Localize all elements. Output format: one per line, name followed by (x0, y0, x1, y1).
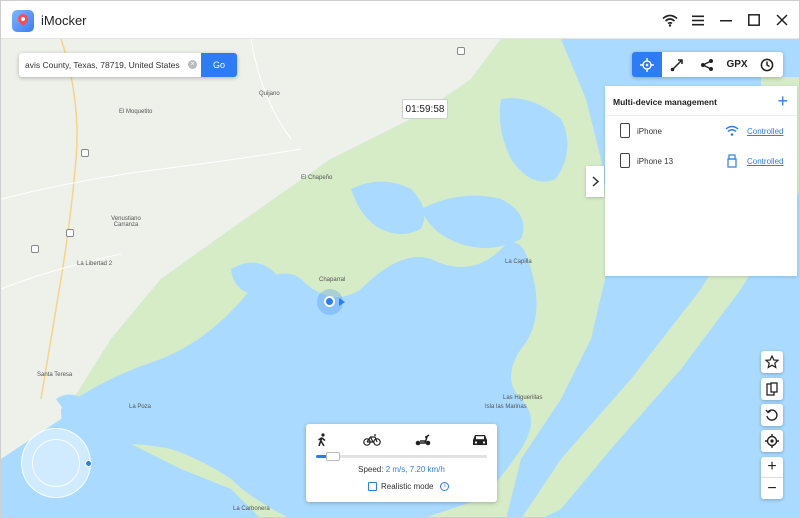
go-button[interactable]: Go (201, 53, 237, 77)
device-status-link[interactable]: Controlled (747, 127, 783, 136)
car-mode-button[interactable] (469, 432, 491, 448)
target-icon (765, 434, 779, 448)
teleport-mode-button[interactable] (632, 52, 662, 77)
realistic-mode-label: Realistic mode (381, 482, 434, 491)
speed-value: 2 m/s, 7.20 km/h (385, 465, 445, 474)
speed-panel: Speed: 2 m/s, 7.20 km/h Realistic mode i (306, 424, 497, 502)
minimize-icon[interactable] (717, 11, 735, 29)
map-place-label: Las Higuerillas (503, 395, 543, 401)
two-spot-route-icon (670, 58, 683, 71)
maximize-icon[interactable] (745, 11, 763, 29)
device-name: iPhone 13 (637, 157, 674, 166)
history-button[interactable] (752, 52, 782, 77)
info-icon[interactable]: i (440, 482, 450, 491)
favorites-button[interactable] (761, 351, 783, 373)
highway-shield (66, 229, 74, 237)
map-place-label: La Capilla (505, 259, 532, 265)
locate-me-button[interactable] (761, 430, 783, 452)
close-icon[interactable] (773, 11, 791, 29)
walk-mode-button[interactable] (311, 432, 333, 448)
device-row[interactable]: iPhone 13 Controlled (605, 147, 797, 175)
map-place-label: La Libertad 2 (77, 261, 113, 267)
car-icon (473, 435, 487, 445)
scooter-mode-button[interactable] (412, 432, 434, 448)
phone-icon (620, 153, 630, 168)
map-place-label: La Poza (129, 404, 152, 410)
heading-arrow-icon (339, 298, 345, 306)
highway-shield (31, 245, 39, 253)
collapse-panel-button[interactable] (586, 166, 604, 197)
multi-spot-route-icon (701, 58, 713, 71)
wifi-icon[interactable] (661, 11, 679, 29)
title-bar: iMocker (1, 1, 799, 39)
gpx-import-button[interactable]: GPX (722, 52, 752, 77)
map-place-label: El Chapeño (301, 175, 333, 181)
device-screen-button[interactable] (761, 378, 783, 400)
zoom-in-button[interactable]: + (761, 457, 783, 478)
usb-connection-icon (725, 154, 739, 168)
panel-title: Multi-device management (613, 97, 717, 107)
speed-slider[interactable] (316, 452, 487, 461)
app-logo-icon (12, 10, 34, 32)
joystick-handle[interactable] (85, 460, 92, 467)
map-place-label: Chaparral (319, 277, 346, 283)
speed-label: Speed: (358, 465, 384, 474)
speed-readout: Speed: 2 m/s, 7.20 km/h (306, 465, 497, 474)
speed-slider-thumb[interactable] (326, 452, 340, 461)
joystick[interactable] (21, 428, 92, 498)
realistic-mode-checkbox[interactable] (368, 482, 377, 491)
map-place-label: Quijano (259, 91, 280, 97)
device-status-link[interactable]: Controlled (747, 157, 783, 166)
search-input[interactable] (19, 53, 189, 77)
realistic-mode-option: Realistic mode i (368, 482, 450, 491)
search-box: × Go (19, 53, 237, 77)
bicycle-icon (363, 434, 381, 446)
two-spot-mode-button[interactable] (662, 52, 692, 77)
app-window: iMocker Quijano El Moquetito Venustiano … (0, 0, 800, 518)
walking-icon (318, 433, 326, 447)
crosshair-icon (640, 57, 654, 72)
map-place-label: El Moquetito (119, 109, 153, 115)
star-icon (765, 355, 779, 369)
wifi-connection-icon (725, 124, 739, 138)
map-place-label: Isla las Marinas (485, 404, 527, 410)
rotate-icon (765, 409, 778, 421)
phone-icon (620, 123, 630, 138)
highway-shield (81, 149, 89, 157)
current-location-marker[interactable] (317, 289, 345, 315)
map-place-label: La Carbonera (233, 506, 270, 512)
bike-mode-button[interactable] (361, 432, 383, 448)
divider (605, 115, 797, 116)
add-device-icon[interactable]: + (777, 92, 788, 110)
map-mode-toolbar: GPX (632, 52, 783, 77)
multi-device-panel: Multi-device management + iPhone Control… (605, 86, 797, 276)
joystick-ring (32, 439, 80, 487)
clock-icon (760, 58, 774, 71)
menu-icon[interactable] (689, 11, 707, 29)
device-row[interactable]: iPhone Controlled (605, 117, 797, 145)
zoom-out-button[interactable]: − (761, 478, 783, 499)
clear-search-icon[interactable]: × (188, 60, 197, 69)
phone-screen-icon (766, 382, 778, 396)
reset-location-button[interactable] (761, 404, 783, 426)
map-place-label: Venustiano Carranza (111, 216, 141, 228)
multi-spot-mode-button[interactable] (692, 52, 722, 77)
map-place-label: Santa Teresa (37, 372, 73, 378)
highway-shield (457, 47, 465, 55)
device-name: iPhone (637, 127, 662, 136)
scooter-icon (415, 434, 431, 446)
chevron-right-icon (591, 176, 599, 187)
cooldown-timer: 01:59:58 (402, 99, 448, 119)
app-title: iMocker (41, 13, 87, 28)
zoom-controls: + − (761, 457, 783, 499)
